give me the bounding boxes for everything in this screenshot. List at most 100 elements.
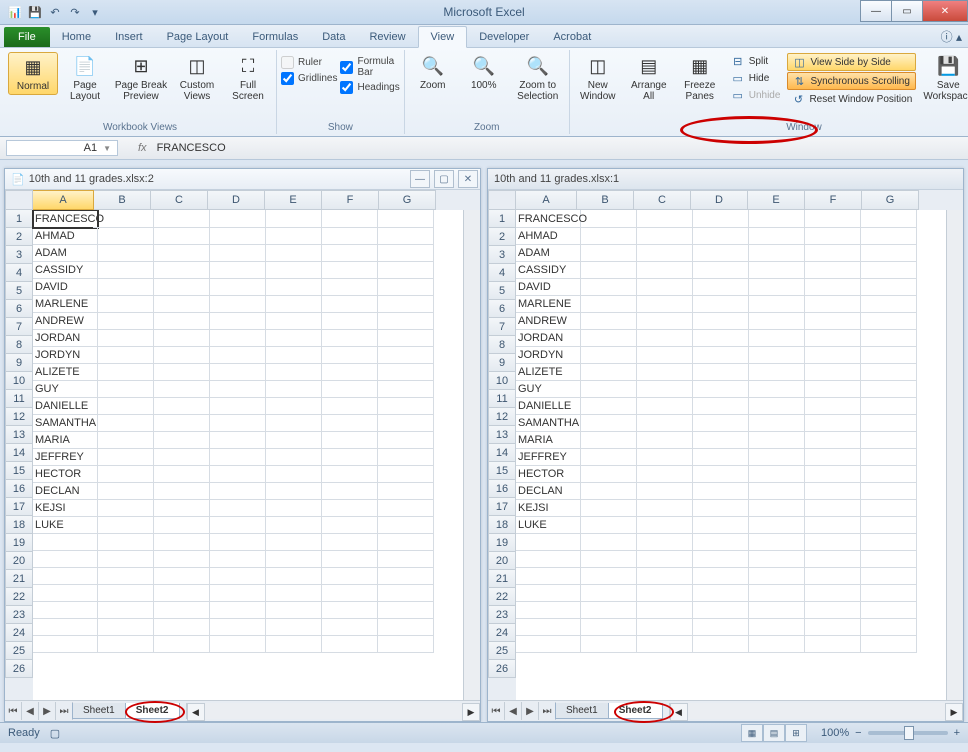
cell[interactable]: [205, 397, 266, 415]
cell[interactable]: ALIZETE: [33, 363, 98, 381]
sheet-tab-sheet1[interactable]: Sheet1: [72, 703, 126, 719]
cell[interactable]: [632, 567, 693, 585]
cell[interactable]: MARLENE: [33, 295, 98, 313]
tab-review[interactable]: Review: [357, 27, 417, 47]
sheet-tab-sheet2[interactable]: Sheet2: [125, 703, 180, 719]
cell[interactable]: [205, 295, 266, 313]
cell[interactable]: [93, 601, 154, 619]
cell[interactable]: [373, 482, 434, 500]
select-all-corner[interactable]: [5, 190, 33, 210]
cell[interactable]: [800, 380, 861, 398]
hscroll-left-icon[interactable]: ◀: [187, 703, 205, 721]
cell[interactable]: [856, 533, 917, 551]
cell[interactable]: [373, 601, 434, 619]
cell[interactable]: [576, 295, 637, 313]
cell[interactable]: [856, 261, 917, 279]
column-header[interactable]: E: [265, 190, 322, 210]
minimize-button[interactable]: —: [860, 0, 892, 22]
cell[interactable]: DANIELLE: [516, 397, 581, 415]
cell[interactable]: [800, 295, 861, 313]
cell[interactable]: [856, 499, 917, 517]
row-header[interactable]: 17: [5, 498, 33, 516]
cell[interactable]: JEFFREY: [33, 448, 98, 466]
cell[interactable]: GUY: [33, 380, 98, 398]
cell[interactable]: [856, 584, 917, 602]
cell[interactable]: [800, 278, 861, 296]
cell[interactable]: [205, 210, 266, 228]
cell[interactable]: [261, 533, 322, 551]
hide-button[interactable]: ▭Hide: [727, 70, 785, 86]
view-break-icon[interactable]: ⊞: [785, 724, 807, 742]
cell[interactable]: [93, 244, 154, 262]
row-header[interactable]: 23: [5, 606, 33, 624]
cell[interactable]: [261, 448, 322, 466]
qat-more-icon[interactable]: ▾: [86, 3, 104, 21]
save-icon[interactable]: 💾: [26, 3, 44, 21]
formula-value[interactable]: FRANCESCO: [157, 142, 226, 154]
cell[interactable]: [317, 567, 378, 585]
cell[interactable]: [261, 465, 322, 483]
cell[interactable]: [744, 329, 805, 347]
cell[interactable]: [261, 295, 322, 313]
hscroll-left-icon[interactable]: ◀: [670, 703, 688, 721]
cell[interactable]: [688, 431, 749, 449]
cell[interactable]: [632, 550, 693, 568]
cell[interactable]: [800, 346, 861, 364]
horizontal-scrollbar[interactable]: ◀ ▶: [669, 703, 964, 719]
row-header[interactable]: 1: [5, 210, 33, 228]
split-button[interactable]: ⊟Split: [727, 53, 785, 69]
cell[interactable]: ANDREW: [516, 312, 581, 330]
cell[interactable]: [93, 550, 154, 568]
cell[interactable]: LUKE: [33, 516, 98, 534]
pane-left-title-bar[interactable]: 📄 10th and 11 grades.xlsx:2 — ▢ ✕: [5, 169, 480, 190]
cell[interactable]: [744, 635, 805, 653]
cell[interactable]: [744, 380, 805, 398]
cell[interactable]: [576, 550, 637, 568]
cell[interactable]: [373, 567, 434, 585]
cell[interactable]: [744, 618, 805, 636]
cell[interactable]: [632, 363, 693, 381]
row-header[interactable]: 9: [488, 354, 516, 372]
cell[interactable]: [373, 363, 434, 381]
cell[interactable]: [576, 312, 637, 330]
row-header[interactable]: 2: [5, 228, 33, 246]
cell[interactable]: [373, 550, 434, 568]
cell[interactable]: [688, 244, 749, 262]
new-window-button[interactable]: ◫New Window: [574, 52, 622, 104]
cell[interactable]: [576, 346, 637, 364]
cell[interactable]: [33, 550, 98, 568]
cell[interactable]: [744, 346, 805, 364]
cell[interactable]: [632, 584, 693, 602]
cell[interactable]: [744, 295, 805, 313]
horizontal-scrollbar[interactable]: ◀ ▶: [186, 703, 481, 719]
close-button[interactable]: ✕: [922, 0, 968, 22]
row-header[interactable]: 21: [5, 570, 33, 588]
cell[interactable]: [149, 295, 210, 313]
tab-file[interactable]: File: [4, 27, 50, 47]
cell[interactable]: [261, 635, 322, 653]
cell[interactable]: [576, 482, 637, 500]
cell[interactable]: [93, 448, 154, 466]
row-header[interactable]: 9: [5, 354, 33, 372]
cell[interactable]: [688, 465, 749, 483]
cell[interactable]: [688, 448, 749, 466]
cell[interactable]: [576, 448, 637, 466]
row-header[interactable]: 18: [5, 516, 33, 534]
cell[interactable]: [373, 346, 434, 364]
undo-icon[interactable]: ↶: [46, 3, 64, 21]
cell[interactable]: [317, 618, 378, 636]
cell[interactable]: [205, 584, 266, 602]
row-header[interactable]: 6: [5, 300, 33, 318]
cell[interactable]: [800, 482, 861, 500]
row-header[interactable]: 12: [5, 408, 33, 426]
tab-formulas[interactable]: Formulas: [240, 27, 310, 47]
cell[interactable]: [149, 380, 210, 398]
cell[interactable]: [632, 465, 693, 483]
cell[interactable]: [93, 278, 154, 296]
sheet-nav-last[interactable]: ⏭: [539, 702, 556, 720]
cell[interactable]: KEJSI: [516, 499, 581, 517]
cell[interactable]: [576, 516, 637, 534]
cell[interactable]: [856, 431, 917, 449]
sheet-nav-last[interactable]: ⏭: [56, 702, 73, 720]
cell[interactable]: [744, 278, 805, 296]
